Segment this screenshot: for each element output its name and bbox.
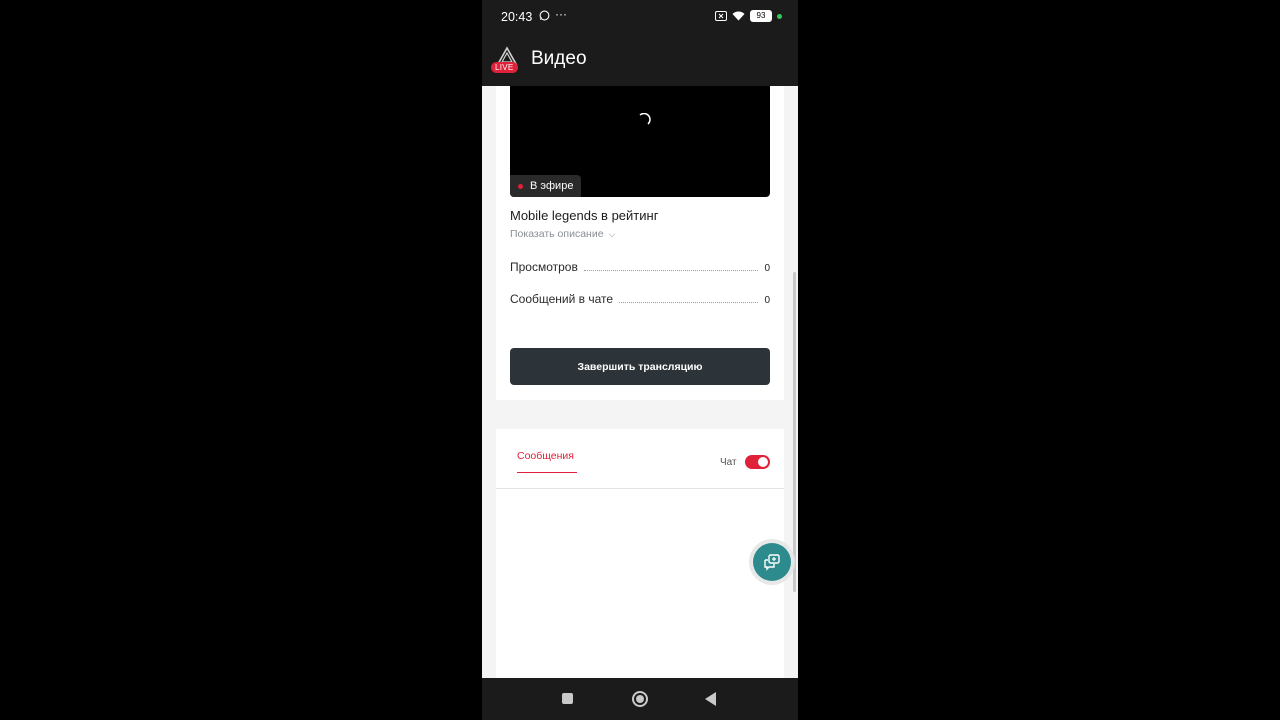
status-icons: 93 (715, 10, 782, 22)
feedback-button[interactable] (753, 543, 791, 581)
live-badge: LIVE (491, 62, 518, 73)
page-title: Видео (531, 48, 587, 69)
divider (496, 488, 784, 489)
status-time: 20:43 (501, 10, 533, 24)
screen-record-icon (715, 11, 727, 21)
stream-title: Mobile legends в рейтинг (510, 208, 659, 223)
stat-value: 0 (764, 263, 770, 274)
phone-screen: 20:43 ··· 93 LIVE Видео В эфире Mobile l… (482, 0, 798, 720)
stat-row-chat-messages: Сообщений в чате 0 (510, 290, 770, 306)
stat-value: 0 (764, 295, 770, 306)
more-notifications-icon: ··· (555, 7, 567, 21)
home-icon[interactable] (632, 691, 648, 707)
app-bar: LIVE Видео (482, 34, 798, 86)
whatsapp-icon (539, 10, 550, 21)
chat-bubbles-icon (764, 554, 780, 571)
toggle-knob (758, 457, 768, 467)
live-status-tag: В эфире (510, 175, 582, 197)
recents-icon[interactable] (562, 693, 573, 704)
chat-toggle-label: Чат (720, 457, 737, 468)
stat-label: Сообщений в чате (510, 292, 614, 306)
tab-messages[interactable]: Сообщения (517, 450, 577, 473)
status-bar: 20:43 ··· 93 (482, 0, 798, 34)
chat-card: Сообщения Чат (496, 429, 784, 678)
privacy-dot (777, 13, 782, 19)
battery-icon: 93 (750, 10, 772, 22)
home-icon-inner (636, 695, 644, 703)
main-content: В эфире Mobile legends в рейтинг Показат… (482, 86, 798, 678)
end-broadcast-button[interactable]: Завершить трансляцию (510, 348, 770, 385)
stream-card: В эфире Mobile legends в рейтинг Показат… (496, 86, 784, 400)
system-nav-bar (482, 678, 798, 720)
live-status-label: В эфире (530, 180, 574, 192)
show-description-link[interactable]: Показать описание ⌵ (510, 228, 615, 240)
show-description-label: Показать описание (510, 228, 604, 240)
video-player[interactable]: В эфире (510, 86, 770, 197)
dot-leader (619, 301, 759, 303)
chevron-down-icon: ⌵ (608, 229, 616, 239)
stat-row-views: Просмотров 0 (510, 258, 770, 274)
back-icon[interactable] (705, 692, 716, 706)
loading-spinner-icon (639, 113, 651, 125)
recording-dot-icon (518, 184, 523, 189)
dot-leader (583, 269, 759, 271)
scrollbar[interactable] (793, 272, 796, 592)
chat-toggle[interactable] (745, 455, 770, 469)
wifi-icon (732, 11, 745, 21)
stat-label: Просмотров (510, 260, 578, 274)
